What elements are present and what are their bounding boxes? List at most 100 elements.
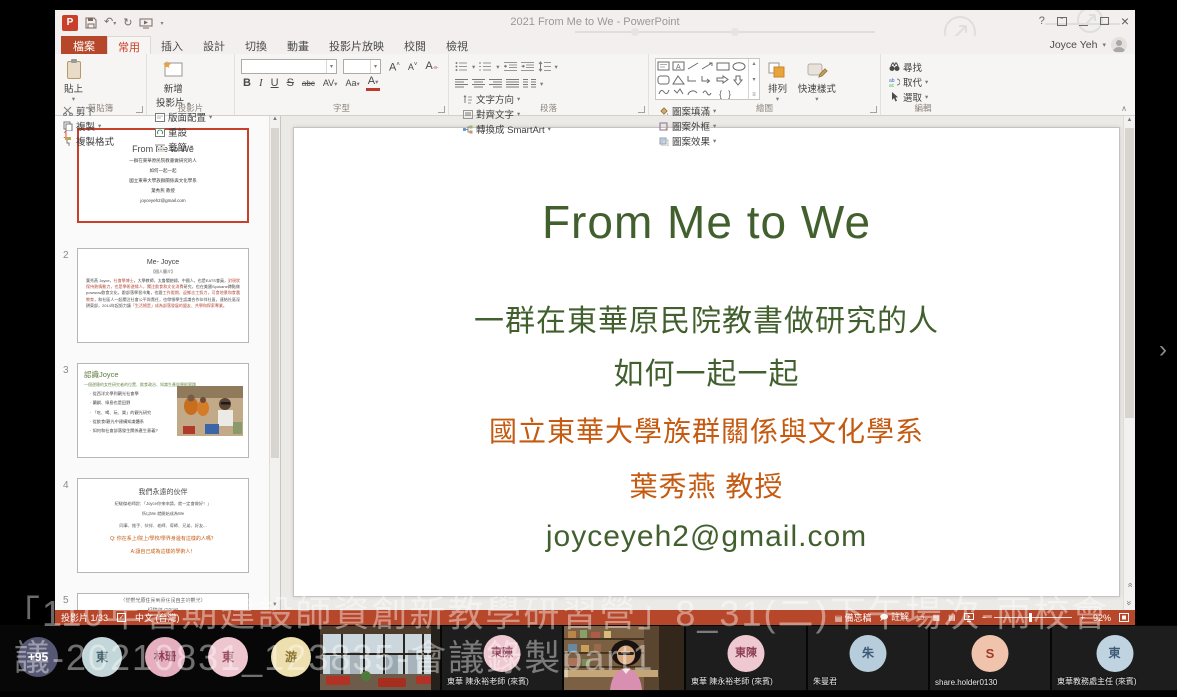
participant-avatar[interactable]: 林珊 <box>145 637 185 677</box>
participant-tile[interactable]: 東陳 東華 陳永裕老師 (來賓) <box>686 626 806 690</box>
tab-file[interactable]: 檔案 <box>61 36 107 54</box>
comments-button[interactable]: 🗩 註解 <box>880 610 909 626</box>
numbering-icon[interactable] <box>479 61 492 72</box>
shape-outline-button[interactable]: 圖案外框▾ <box>659 119 716 133</box>
clear-formatting-button[interactable]: A⌯ <box>423 59 440 75</box>
tab-review[interactable]: 校閱 <box>394 36 436 54</box>
participant-avatar[interactable]: 東 <box>82 637 122 677</box>
quick-styles-button[interactable]: 快速樣式 ▾ <box>795 58 839 104</box>
paste-button[interactable]: 貼上▾ <box>61 58 86 104</box>
section-button[interactable]: 章節▾ <box>155 140 212 154</box>
bullets-icon[interactable] <box>455 61 468 72</box>
drawing-dialog-launcher[interactable] <box>870 106 877 113</box>
clipboard-dialog-launcher[interactable] <box>136 106 143 113</box>
powerpoint-logo-icon[interactable]: P <box>62 15 78 31</box>
collapse-ribbon-icon[interactable]: ∧ <box>1121 104 1127 113</box>
grow-font-button[interactable]: A˄ <box>387 58 402 76</box>
participant-avatar[interactable]: 游 <box>271 637 311 677</box>
redo-icon[interactable]: ↻ <box>123 15 132 31</box>
zoom-slider[interactable] <box>994 617 1072 618</box>
slide-thumbnail-2[interactable]: Me- Joyce 【個人簡介】 葉秀燕 Joyce，社會學博士，大學教師，太魯… <box>77 248 249 343</box>
find-button[interactable]: 尋找 <box>889 60 928 74</box>
overflow-participants-badge[interactable]: +95 <box>18 637 58 677</box>
normal-view-icon[interactable]: ▭ <box>917 613 925 622</box>
video-tile-office[interactable] <box>320 626 440 690</box>
shrink-font-button[interactable]: A˅ <box>406 58 420 75</box>
bold-button[interactable]: B <box>241 76 253 91</box>
tab-home[interactable]: 常用 <box>107 36 151 54</box>
shapes-gallery[interactable]: A <box>655 58 760 100</box>
tab-animations[interactable]: 動畫 <box>277 36 319 54</box>
columns-icon[interactable] <box>523 78 536 89</box>
shapes-gallery-scrollbar[interactable]: ▴▾≡ <box>748 59 759 99</box>
slide-thumbnail-3[interactable]: 認識Joyce 一個邊陲的女性研究者的位置、飲食政治、知識生產與學術實踐 · 從… <box>77 363 249 458</box>
participant-tile[interactable]: 朱 朱曼君 <box>808 626 928 690</box>
align-right-icon[interactable] <box>489 78 502 89</box>
start-slideshow-icon[interactable] <box>139 18 153 29</box>
slide-subtitle-line1[interactable]: 一群在東華原民院教書做研究的人 <box>294 296 1119 340</box>
arrange-button[interactable]: 排列 ▾ <box>764 58 790 104</box>
tab-design[interactable]: 設計 <box>193 36 235 54</box>
copy-button[interactable]: 複製▾ <box>63 119 114 133</box>
slide-editor[interactable]: From Me to We 一群在東華原民院教書做研究的人 如何一起一起 國立東… <box>293 127 1120 597</box>
justify-icon[interactable] <box>506 78 519 89</box>
align-left-icon[interactable] <box>455 78 468 89</box>
slide-title-text[interactable]: From Me to We <box>294 195 1119 249</box>
slideshow-view-icon[interactable] <box>964 613 974 622</box>
slide-thumbnail-5[interactable]: 〈從觀光原住民到原住民自主的觀光〉 紀駿傑 (1998) <box>77 593 249 610</box>
slide-sorter-view-icon[interactable]: ▦ <box>933 613 941 622</box>
font-dialog-launcher[interactable] <box>438 106 445 113</box>
slide-professor-line[interactable]: 葉秀燕 教授 <box>294 465 1119 505</box>
replace-button[interactable]: abac 取代▾ <box>889 75 928 89</box>
undo-icon[interactable]: ↶▾ <box>104 14 116 32</box>
ribbon-display-options-button[interactable]: ⌃ <box>1057 17 1067 26</box>
line-spacing-icon[interactable] <box>538 61 551 72</box>
proofing-icon[interactable]: ✓ <box>117 613 126 622</box>
slide-counter[interactable]: 投影片 1/33 <box>61 611 108 624</box>
language-status[interactable]: 中文 (台灣) <box>135 611 180 624</box>
shape-effects-button[interactable]: 圖案效果▾ <box>659 134 716 148</box>
thumbnail-scrollbar-thumb[interactable] <box>271 128 279 458</box>
slide-department-line[interactable]: 國立東華大學族群關係與文化學系 <box>294 410 1119 450</box>
font-name-combo[interactable]: ▾ <box>241 59 337 74</box>
zoom-out-button[interactable]: − <box>982 613 987 622</box>
slide-email-line[interactable]: joyceyeh2@gmail.com <box>294 520 1119 554</box>
panel-expand-chevron-icon[interactable]: › <box>1159 336 1167 364</box>
notes-button[interactable]: ▤ 備忘稿 <box>835 611 872 624</box>
main-scrollbar-thumb[interactable] <box>1125 128 1134 418</box>
increase-indent-icon[interactable] <box>521 61 534 72</box>
scroll-up-icon[interactable]: ▲ <box>1124 117 1135 123</box>
tab-insert[interactable]: 插入 <box>151 36 193 54</box>
participant-tile[interactable]: 東 東華教務處主任 (來賓) <box>1052 626 1177 690</box>
strikethrough-button[interactable]: S <box>285 76 296 91</box>
video-tile-speaker[interactable] <box>564 626 684 690</box>
scroll-up-icon[interactable]: ▲ <box>270 116 280 122</box>
tab-view[interactable]: 檢視 <box>436 36 478 54</box>
align-center-icon[interactable] <box>472 78 485 89</box>
paragraph-dialog-launcher[interactable] <box>638 106 645 113</box>
close-button[interactable]: × <box>1121 14 1129 28</box>
fit-to-window-icon[interactable] <box>1119 613 1129 622</box>
font-size-combo[interactable]: ▾ <box>343 59 381 74</box>
next-slide-button[interactable]: » <box>1127 598 1132 608</box>
minimize-button[interactable] <box>1079 25 1088 26</box>
font-color-button[interactable]: A▾ <box>366 76 381 91</box>
tab-transitions[interactable]: 切換 <box>235 36 277 54</box>
tab-slideshow[interactable]: 投影片放映 <box>319 36 394 54</box>
slide-thumbnail-4[interactable]: 我們永遠的伙伴 紀駿傑老師說：「Joyce你來申請，就一定會做好！」 所以Me … <box>77 478 249 573</box>
participant-avatar[interactable]: 東 <box>208 637 248 677</box>
change-case-button[interactable]: Aa▾ <box>343 76 361 92</box>
reading-view-icon[interactable]: ▤ <box>948 613 956 622</box>
slide-subtitle-line2[interactable]: 如何一起一起 <box>294 349 1119 393</box>
participant-tile[interactable]: S share.holder0130 <box>930 626 1050 690</box>
zoom-level[interactable]: 92% <box>1093 613 1111 623</box>
reset-button[interactable]: 重設 <box>155 125 212 139</box>
subscript-abc-icon[interactable]: abc <box>300 76 317 91</box>
main-scrollbar[interactable]: ▲ » » <box>1123 116 1135 610</box>
restore-button[interactable] <box>1100 17 1109 25</box>
previous-slide-button[interactable]: » <box>1127 580 1132 590</box>
scroll-down-icon[interactable]: ▼ <box>270 602 280 608</box>
zoom-in-button[interactable]: + <box>1080 613 1085 622</box>
underline-button[interactable]: U <box>269 76 281 91</box>
customize-qat-icon[interactable]: ▾ <box>160 20 163 27</box>
